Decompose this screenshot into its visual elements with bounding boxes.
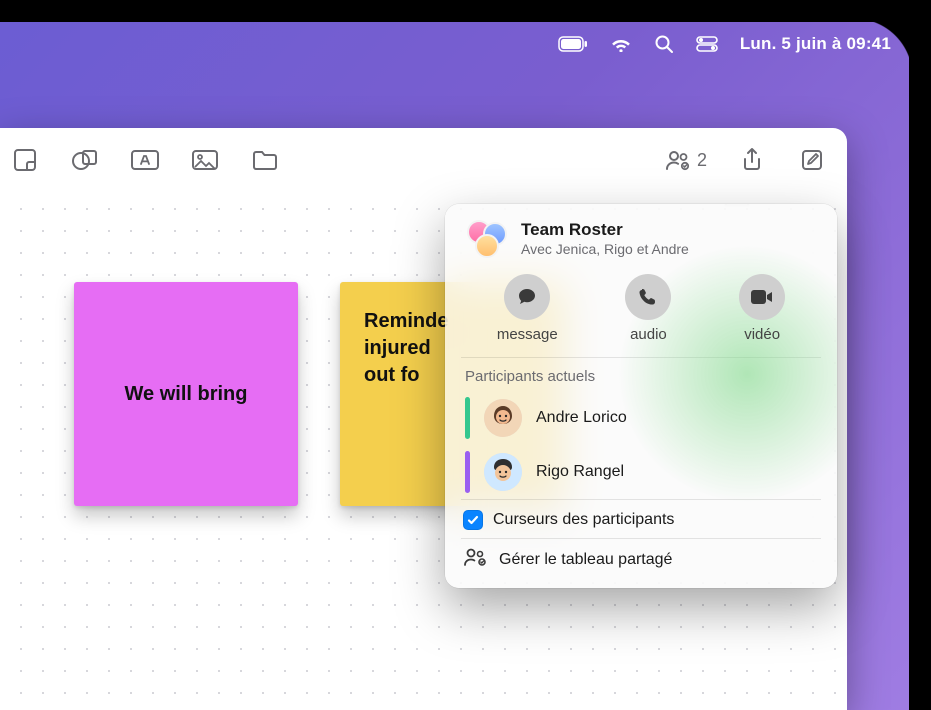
text-box-tool-icon[interactable] <box>124 140 166 180</box>
participant-name: Rigo Rangel <box>536 463 624 481</box>
audio-button[interactable]: audio <box>625 274 671 343</box>
manage-shared-board-button[interactable]: Gérer le tableau partagé <box>445 539 837 582</box>
popover-subtitle: Avec Jenica, Rigo et Andre <box>521 241 689 258</box>
message-label: message <box>497 326 558 343</box>
message-icon <box>504 274 550 320</box>
phone-icon <box>625 274 671 320</box>
participant-cursors-label: Curseurs des participants <box>493 511 674 529</box>
share-button-icon[interactable] <box>731 140 773 180</box>
manage-shared-board-label: Gérer le tableau partagé <box>499 551 672 569</box>
video-label: vidéo <box>744 326 780 343</box>
shapes-tool-icon[interactable] <box>64 140 106 180</box>
device-bezel-top <box>0 0 931 22</box>
video-button[interactable]: vidéo <box>739 274 785 343</box>
participants-section-label: Participants actuels <box>445 358 837 391</box>
audio-label: audio <box>630 326 667 343</box>
message-button[interactable]: message <box>497 274 558 343</box>
spotlight-icon[interactable] <box>654 34 674 54</box>
sticky-note-tool-icon[interactable] <box>4 140 46 180</box>
wifi-icon[interactable] <box>610 36 632 52</box>
toolbar: 2 <box>0 128 847 192</box>
sticky-note-pink[interactable]: We will bring <box>74 282 298 506</box>
participant-row[interactable]: Andre Lorico <box>445 391 837 445</box>
participant-row[interactable]: Rigo Rangel <box>445 445 837 499</box>
collaborators-count: 2 <box>697 150 707 171</box>
collaborators-manage-icon <box>463 547 487 572</box>
popover-arrow <box>725 204 749 206</box>
files-tool-icon[interactable] <box>244 140 286 180</box>
video-icon <box>739 274 785 320</box>
presence-bar <box>465 451 470 493</box>
control-center-icon[interactable] <box>696 36 718 52</box>
desktop-background: Lun. 5 juin à 09:41 <box>0 0 931 710</box>
avatar-icon <box>484 453 522 491</box>
menubar-clock[interactable]: Lun. 5 juin à 09:41 <box>740 34 891 54</box>
sticky-note-text: Reminde injured out fo <box>364 308 448 389</box>
menubar: Lun. 5 juin à 09:41 <box>0 22 909 66</box>
avatar-stack-icon <box>465 220 509 258</box>
collaborators-button[interactable]: 2 <box>659 140 713 180</box>
popover-header: Team Roster Avec Jenica, Rigo et Andre <box>445 218 837 268</box>
participant-cursors-toggle[interactable]: Curseurs des participants <box>445 500 837 538</box>
compose-button-icon[interactable] <box>791 140 833 180</box>
popover-actions: message audio vidéo <box>445 268 837 357</box>
media-tool-icon[interactable] <box>184 140 226 180</box>
participant-name: Andre Lorico <box>536 409 627 427</box>
popover-title: Team Roster <box>521 220 689 240</box>
battery-icon[interactable] <box>558 36 588 52</box>
sticky-note-text: We will bring <box>125 383 248 406</box>
device-bezel-right <box>909 0 931 710</box>
collaboration-popover: Team Roster Avec Jenica, Rigo et Andre m… <box>445 204 837 588</box>
avatar-icon <box>484 399 522 437</box>
checkbox-checked-icon <box>463 510 483 530</box>
presence-bar <box>465 397 470 439</box>
